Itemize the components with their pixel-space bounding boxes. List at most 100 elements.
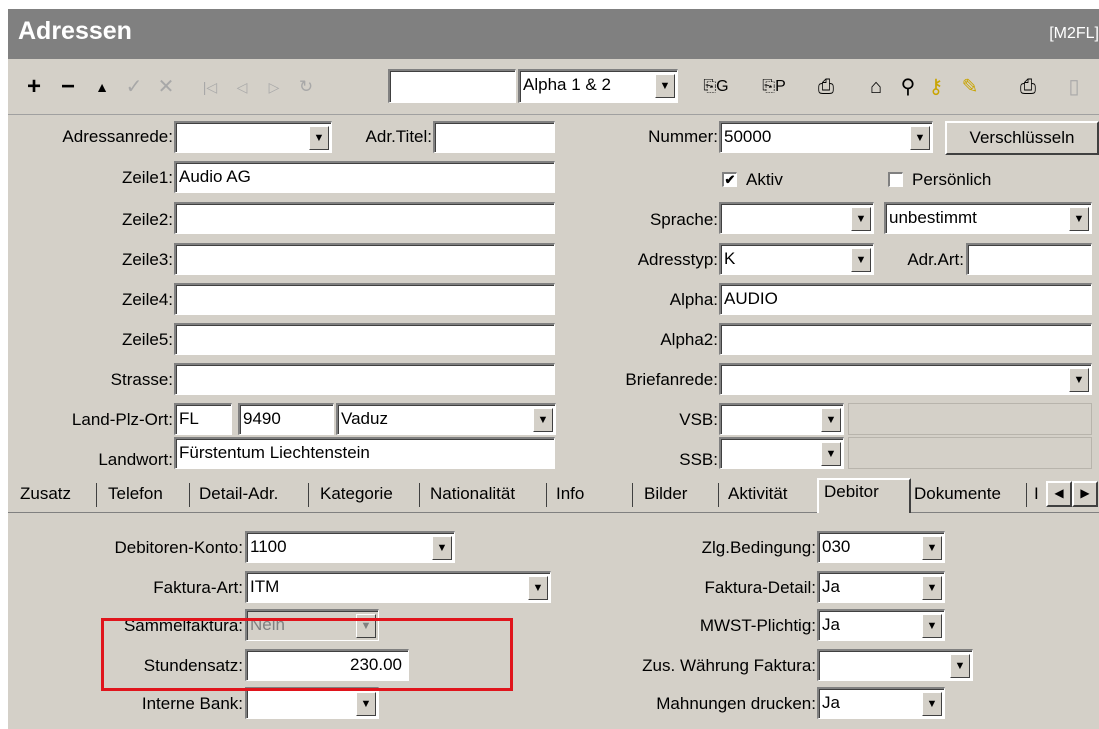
zeile2-label: Zeile2: [121,210,173,229]
chevron-down-icon[interactable]: ▼ [1069,207,1089,231]
adressanrede-label: Adressanrede: [62,127,173,146]
tab-overflow[interactable]: I [1034,483,1039,505]
highlight-box [101,618,513,691]
add-icon[interactable]: + [22,75,46,99]
attach-icon[interactable]: ⚲ [896,75,920,99]
chevron-down-icon[interactable]: ▼ [655,74,675,98]
chevron-down-icon[interactable]: ▼ [356,692,376,716]
chevron-down-icon[interactable]: ▼ [910,126,930,150]
ort-select[interactable]: Vaduz ▼ [336,403,556,435]
nummer-select[interactable]: 50000 ▼ [719,121,933,153]
chevron-down-icon[interactable]: ▼ [432,536,452,560]
mahnungen-drucken-select[interactable]: Ja ▼ [817,687,945,719]
adr-art-field[interactable] [966,243,1092,275]
alpha2-label: Alpha2: [660,330,718,349]
zeile2-field[interactable] [174,202,555,234]
tab-separator [96,483,97,507]
move-up-icon[interactable]: ▲ [90,75,114,99]
zlg-bedingung-value: 030 [822,537,851,556]
adresstyp-select[interactable]: K ▼ [719,243,874,275]
delete-icon[interactable]: − [56,75,80,99]
debitoren-konto-select[interactable]: 1100 ▼ [245,531,455,563]
zeile4-field[interactable] [174,283,555,315]
debitoren-konto-label: Debitoren-Konto: [114,538,243,557]
copy-p-button[interactable]: ⎘P [752,75,796,99]
tab-scroll-right-icon[interactable]: ▶ [1072,481,1098,507]
view-select[interactable]: Alpha 1 & 2 ▼ [518,69,678,103]
link-icon[interactable]: ✎ [958,75,982,99]
chevron-down-icon[interactable]: ▼ [309,126,329,150]
copy-p-label: P [775,78,786,95]
adressanrede-select[interactable]: ▼ [174,121,332,153]
address-card-icon[interactable]: ⌂ [864,75,888,99]
sprache2-select[interactable]: unbestimmt ▼ [884,202,1092,234]
next-record-icon[interactable]: ▷ [262,75,286,99]
previous-record-icon[interactable]: ◁ [230,75,254,99]
zeile5-field[interactable] [174,323,555,355]
tab-bilder[interactable]: Bilder [644,483,687,505]
alpha-field[interactable]: AUDIO [719,283,1092,315]
interne-bank-select[interactable]: ▼ [245,687,379,719]
tab-separator [1026,483,1027,507]
chevron-down-icon[interactable]: ▼ [1069,368,1089,392]
first-record-icon[interactable]: |◁ [198,75,222,99]
confirm-icon[interactable]: ✓ [122,75,146,99]
chevron-down-icon[interactable]: ▼ [922,536,942,560]
chevron-down-icon[interactable]: ▼ [950,654,970,678]
chevron-down-icon[interactable]: ▼ [922,614,942,638]
ssb-description [848,437,1092,469]
tab-debitor[interactable]: Debitor [824,481,879,503]
persoenlich-checkbox[interactable] [888,172,903,187]
zus-waehrung-select[interactable]: ▼ [817,649,973,681]
chevron-down-icon[interactable]: ▼ [533,408,553,432]
chevron-down-icon[interactable]: ▼ [922,576,942,600]
zeile1-field[interactable]: Audio AG [174,161,555,193]
nummer-value: 50000 [724,127,772,146]
briefanrede-select[interactable]: ▼ [719,363,1092,395]
vsb-select[interactable]: ▼ [719,403,844,435]
land-field[interactable]: FL [174,403,232,435]
verschluesseln-button[interactable]: Verschlüsseln [945,121,1099,155]
cancel-icon[interactable]: ✕ [154,75,178,99]
tab-zusatz[interactable]: Zusatz [20,483,71,505]
chevron-down-icon[interactable]: ▼ [821,408,841,432]
tab-aktivitaet[interactable]: Aktivität [728,483,788,505]
tab-telefon[interactable]: Telefon [108,483,163,505]
faktura-detail-label: Faktura-Detail: [704,578,816,597]
zlg-bedingung-select[interactable]: 030 ▼ [817,531,945,563]
chevron-down-icon[interactable]: ▼ [851,207,871,231]
sprache-select[interactable]: ▼ [719,202,874,234]
chevron-down-icon[interactable]: ▼ [922,692,942,716]
chevron-down-icon[interactable]: ▼ [528,576,548,600]
chevron-down-icon[interactable]: ▼ [821,442,841,466]
plz-field[interactable]: 9490 [238,403,334,435]
alpha2-field[interactable] [719,323,1092,355]
faktura-detail-select[interactable]: Ja ▼ [817,571,945,603]
aktiv-checkbox[interactable]: ✔ [722,172,737,187]
strasse-field[interactable] [174,363,555,395]
tab-dokumente[interactable]: Dokumente [914,483,1001,505]
zeile3-label: Zeile3: [121,250,173,269]
adr-titel-field[interactable] [433,121,555,153]
print-preview-icon[interactable]: ⎙ [814,75,838,99]
tab-scroll-left-icon[interactable]: ◀ [1046,481,1072,507]
faktura-art-select[interactable]: ITM ▼ [245,571,551,603]
landwort-field[interactable]: Fürstentum Liechtenstein [174,437,555,469]
tab-kategorie[interactable]: Kategorie [320,483,393,505]
tab-nationalitaet[interactable]: Nationalität [430,483,515,505]
key-icon[interactable]: ⚷ [924,75,948,99]
ssb-select[interactable]: ▼ [719,437,844,469]
chevron-down-icon[interactable]: ▼ [851,248,871,272]
mwst-plichtig-select[interactable]: Ja ▼ [817,609,945,641]
vsb-label: VSB: [679,410,718,429]
search-input[interactable] [388,69,516,103]
copy-g-button[interactable]: ⎘G [694,75,738,99]
faktura-detail-value: Ja [822,577,840,596]
tab-info[interactable]: Info [556,483,584,505]
tab-detail-adr[interactable]: Detail-Adr. [199,483,278,505]
printer-icon[interactable]: ⎙ [1016,75,1040,99]
refresh-icon[interactable]: ↻ [294,75,318,99]
view-select-value: Alpha 1 & 2 [523,75,611,94]
document-icon[interactable]: ▯ [1062,75,1086,99]
zeile3-field[interactable] [174,243,555,275]
